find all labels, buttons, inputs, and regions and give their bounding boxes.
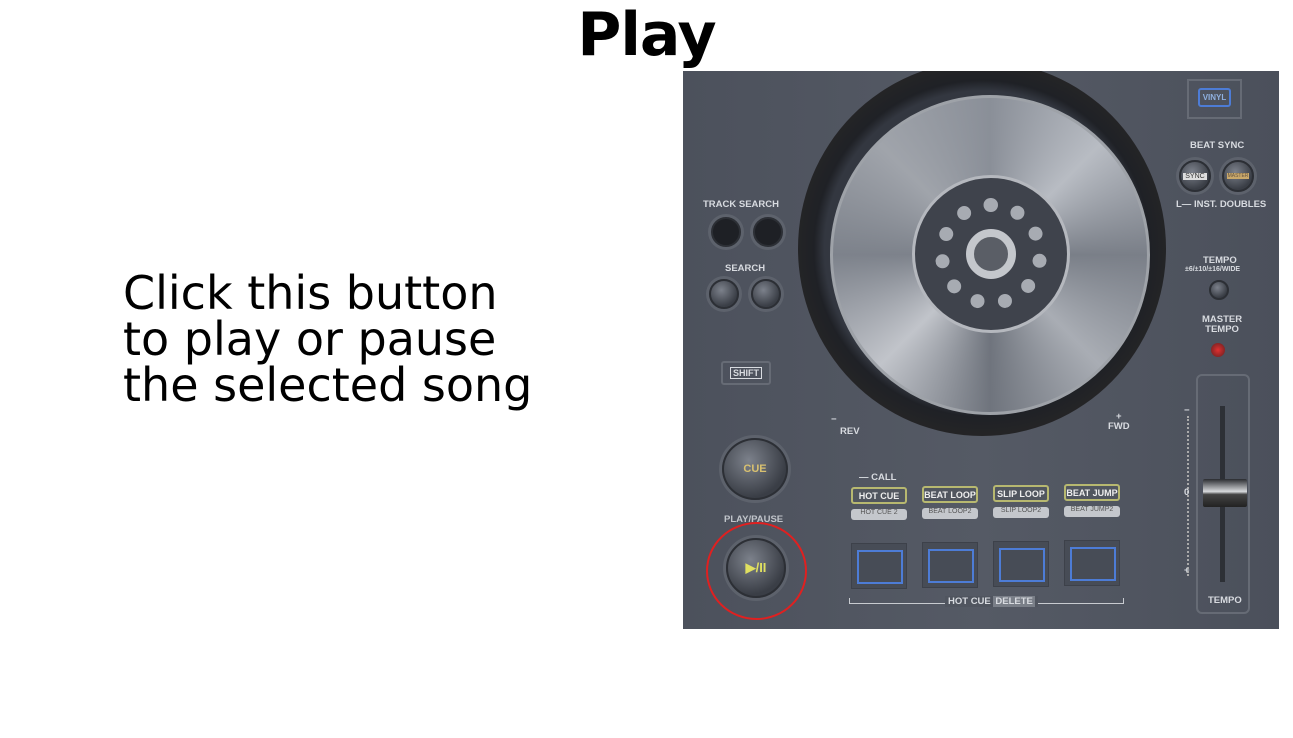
tempo-plus: +	[1184, 565, 1190, 576]
cue-button[interactable]: CUE	[722, 438, 788, 500]
slip-loop-2-label: SLIP LOOP2	[993, 507, 1049, 518]
master-label: MASTER	[1226, 173, 1250, 179]
rev-label: REV	[840, 426, 860, 437]
instruction-line: to play or pause	[123, 312, 497, 366]
rev-minus: −	[831, 414, 837, 425]
vinyl-button[interactable]: VINYL	[1198, 88, 1231, 107]
beat-sync-label: BEAT SYNC	[1190, 140, 1245, 151]
tempo-range-label: TEMPO	[1203, 255, 1237, 266]
performance-pad-1[interactable]	[851, 543, 907, 589]
hot-cue-2-label: HOT CUE 2	[851, 509, 907, 520]
beat-loop-2-label: BEAT LOOP2	[922, 508, 978, 519]
sync-button[interactable]: SYNC	[1179, 160, 1211, 192]
performance-pad-3[interactable]	[993, 541, 1049, 587]
performance-pad-4[interactable]	[1064, 540, 1120, 586]
tempo-range-values: ±6/±10/±16/WIDE	[1185, 266, 1241, 273]
beat-jump-2-label: BEAT JUMP2	[1064, 506, 1120, 517]
instruction-line: Click this button	[123, 266, 498, 320]
master-tempo-button[interactable]	[1211, 343, 1225, 357]
hot-cue-mode-button[interactable]: HOT CUE	[851, 487, 907, 504]
search-label: SEARCH	[725, 263, 766, 274]
shift-button[interactable]: SHIFT	[721, 361, 771, 385]
sync-label: SYNC	[1183, 172, 1207, 180]
fwd-label: FWD	[1108, 421, 1130, 432]
instruction-line: the selected song	[123, 358, 533, 412]
performance-pad-2[interactable]	[922, 542, 978, 588]
track-search-prev-button[interactable]	[711, 217, 741, 247]
cue-label: CUE	[743, 463, 767, 475]
tempo-minus: −	[1184, 405, 1190, 416]
page-title: Play	[577, 0, 716, 70]
tempo-fader-label: TEMPO	[1208, 595, 1242, 606]
beat-loop-mode-button[interactable]: BEAT LOOP	[922, 486, 978, 503]
beat-jump-mode-button[interactable]: BEAT JUMP	[1064, 484, 1120, 501]
dj-controller-image: TRACK SEARCH SEARCH SHIFT − REV + FWD CU…	[683, 71, 1279, 629]
tempo-zero: 0	[1184, 487, 1190, 498]
tempo-fader-handle[interactable]	[1203, 479, 1247, 507]
inst-doubles-label: L— INST. DOUBLES	[1176, 199, 1267, 210]
instruction-text: Click this button to play or pause the s…	[123, 270, 643, 408]
call-label: — CALL	[859, 472, 897, 483]
slip-loop-mode-button[interactable]: SLIP LOOP	[993, 485, 1049, 502]
master-tempo-label: MASTER TEMPO	[1202, 314, 1243, 335]
master-button[interactable]: MASTER	[1222, 160, 1254, 192]
track-search-next-button[interactable]	[753, 217, 783, 247]
search-forward-button[interactable]	[751, 279, 781, 309]
highlight-circle	[706, 522, 807, 620]
track-search-label: TRACK SEARCH	[703, 199, 779, 210]
search-back-button[interactable]	[709, 279, 739, 309]
tempo-range-button[interactable]	[1209, 280, 1229, 300]
hot-cue-delete-label: HOT CUE DELETE	[945, 596, 1038, 607]
brand-logo-icon	[966, 229, 1016, 279]
